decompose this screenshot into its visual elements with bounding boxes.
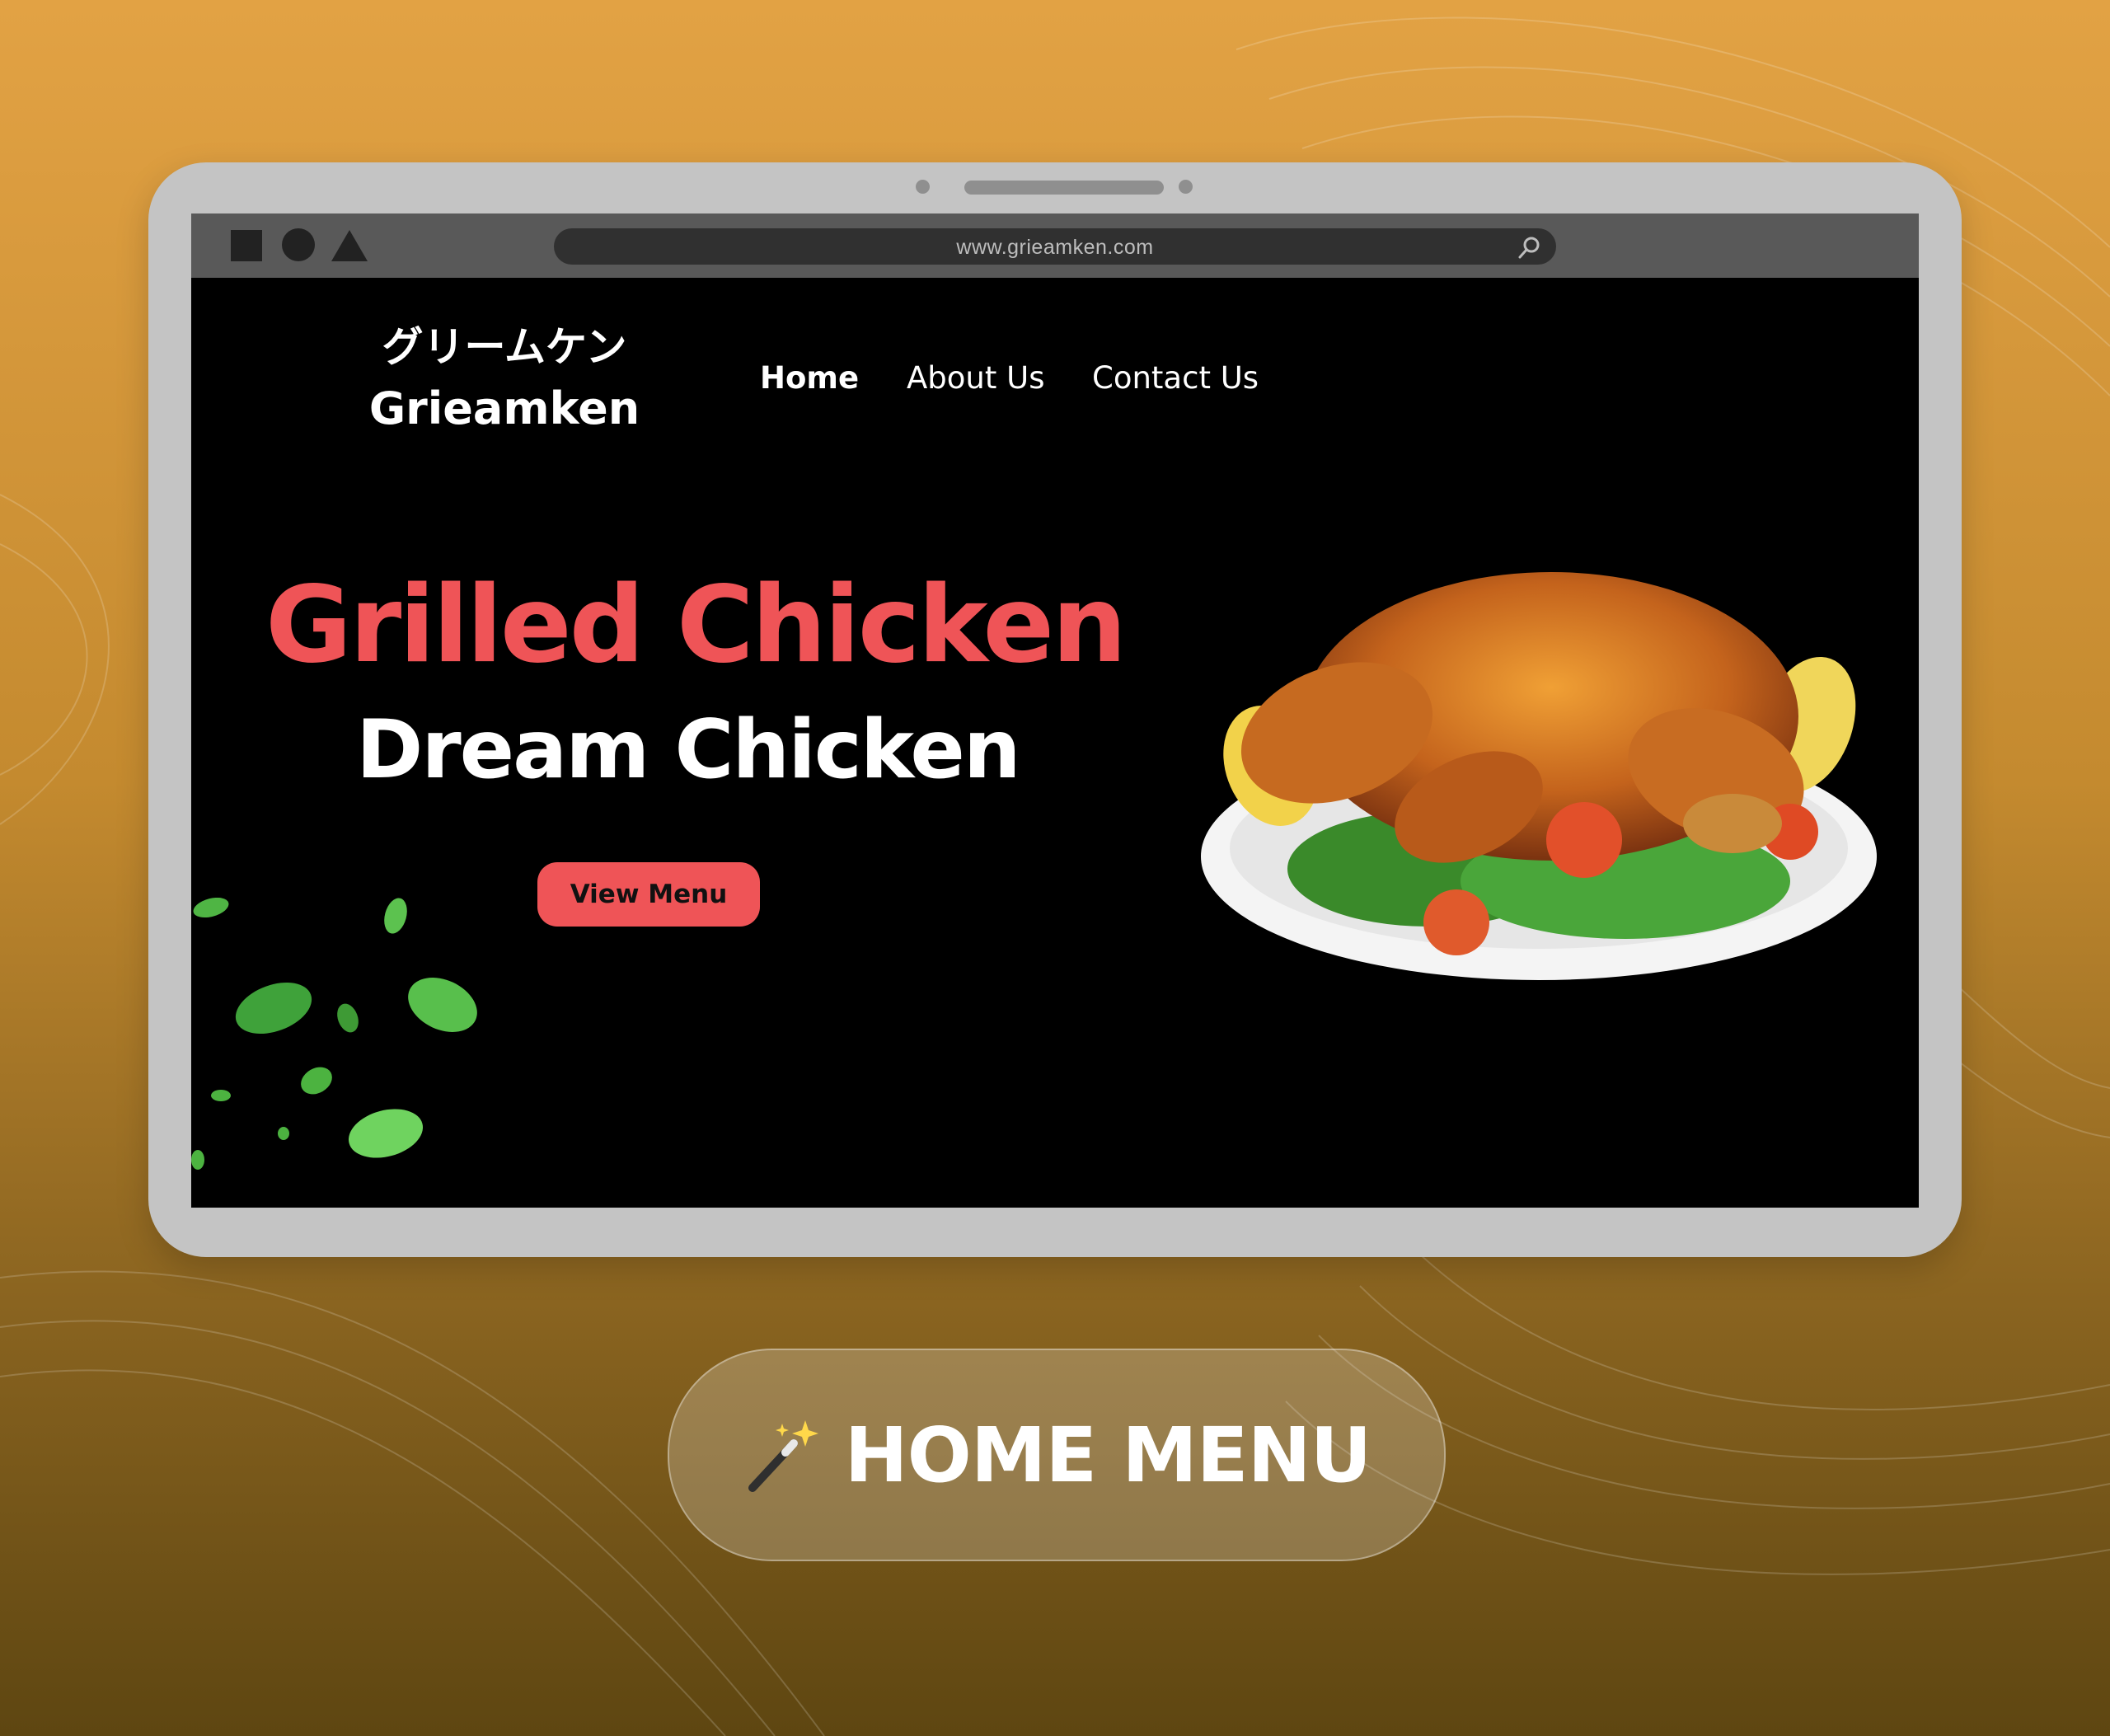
roast-chicken-plate-image xyxy=(1201,572,1877,980)
square-icon[interactable] xyxy=(231,230,262,261)
site-logo[interactable]: Grieamken xyxy=(368,382,640,434)
home-menu-badge[interactable]: HOME MENU xyxy=(668,1349,1446,1561)
view-menu-button[interactable]: View Menu xyxy=(537,862,760,927)
device-frame: www.grieamken.com グリームケン Grieamken Home … xyxy=(148,162,1962,1257)
browser-toolbar: www.grieamken.com xyxy=(191,213,1919,278)
search-icon[interactable] xyxy=(1517,234,1543,260)
triangle-icon[interactable] xyxy=(331,230,368,261)
address-bar[interactable]: www.grieamken.com xyxy=(554,228,1556,265)
nav-home[interactable]: Home xyxy=(760,360,859,396)
nav-about-us[interactable]: About Us xyxy=(907,360,1045,396)
hero-subtitle: Dream Chicken xyxy=(356,703,1021,797)
nav-contact-us[interactable]: Contact Us xyxy=(1092,360,1259,396)
home-menu-label: HOME MENU xyxy=(844,1410,1372,1499)
sensor-dot xyxy=(1179,180,1193,194)
magic-wand-icon xyxy=(748,1420,818,1492)
browser-screen: www.grieamken.com グリームケン Grieamken Home … xyxy=(191,213,1919,1208)
url-text: www.grieamken.com xyxy=(956,236,1154,259)
site-logo-japanese[interactable]: グリームケン xyxy=(368,314,640,373)
leaves-decoration xyxy=(191,898,477,1170)
camera-dot xyxy=(916,180,930,194)
speaker-slot xyxy=(964,181,1164,195)
circle-icon[interactable] xyxy=(282,228,315,261)
hero-title: Grilled Chicken xyxy=(265,564,1127,687)
